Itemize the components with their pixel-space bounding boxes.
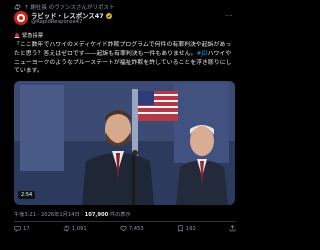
repost-indicator[interactable]: ↑ 謝社長 のヴァンスさんがリポスト: [14, 3, 115, 11]
repost-label: ↑ 謝社長 のヴァンスさんがリポスト: [24, 5, 115, 11]
like-count: 7,453: [128, 225, 144, 232]
video-timecode: 2:54: [18, 191, 36, 199]
video-frame: [14, 81, 235, 205]
tweet-timestamp[interactable]: 午後3:21 · 2026年1月14日 ·: [14, 212, 85, 218]
breaking-tag: 緊急投票: [14, 31, 43, 39]
repost-button[interactable]: 1,091: [63, 225, 87, 232]
bookmark-icon: [178, 225, 183, 232]
tweet-meta: 午後3:21 · 2026年1月14日 · 107,900 件の表示: [14, 211, 131, 218]
reply-button[interactable]: 17: [14, 225, 30, 232]
repost-icon: [14, 4, 21, 10]
avatar-logo-icon: [17, 14, 25, 22]
share-button[interactable]: [229, 225, 236, 232]
breaking-tag-label: 緊急投票: [22, 33, 44, 39]
action-bar: 17 1,091 7,453 192: [14, 225, 236, 232]
repost-action-icon: [63, 225, 69, 232]
account-avatar[interactable]: [14, 11, 28, 25]
heart-icon: [120, 225, 127, 232]
hashtag-link[interactable]: #JD: [196, 51, 207, 57]
bookmark-count: 192: [185, 225, 196, 232]
bookmark-button[interactable]: 192: [177, 225, 196, 232]
view-count: 107,900: [84, 212, 109, 218]
tweet-text: 「ここ数年でハワイのメディケイド詐欺プログラムで何件の有罪判決や起訴があったと思…: [14, 41, 236, 76]
reply-count: 17: [23, 225, 30, 232]
verified-badge-icon: [105, 12, 112, 19]
repost-count: 1,091: [71, 225, 87, 232]
reply-icon: [14, 226, 21, 232]
more-options-icon[interactable]: ···: [225, 12, 233, 20]
divider: [14, 221, 236, 222]
like-button[interactable]: 7,453: [120, 225, 144, 232]
share-icon: [229, 225, 236, 232]
account-handle[interactable]: @RapidResponse47: [31, 19, 82, 25]
siren-icon: [14, 33, 20, 38]
video-player[interactable]: 2:54: [14, 81, 235, 205]
view-count-label: 件の表示: [108, 212, 131, 218]
